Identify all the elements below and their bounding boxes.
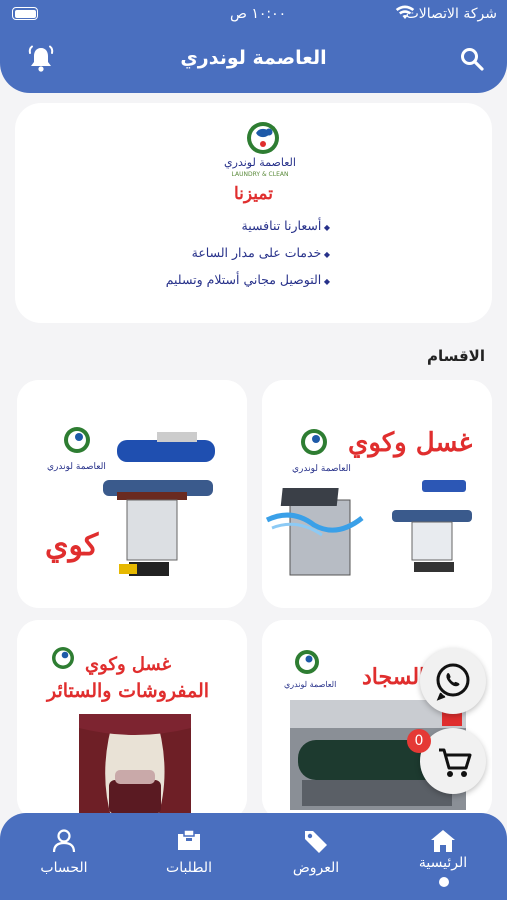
section-title: الاقسام [426,347,485,365]
category-logo-name: العاصمة لوندري [284,680,337,689]
user-icon [52,829,76,853]
logo-subtitle: LAUNDRY & CLEAN [231,171,289,178]
nav-home[interactable]: الرئيسية [393,813,493,900]
nav-account-label: الحساب [40,860,88,876]
category-subtitle: المفروشات والستائر [47,680,210,702]
battery-icon [12,7,38,20]
nav-account[interactable]: الحساب [14,813,114,900]
bottom-navigation: الرئيسية العروض الطلبات الحساب [0,813,507,900]
carrier-name: شركة الاتصالات [405,6,497,22]
whatsapp-button[interactable] [420,648,486,714]
wash-iron-image [262,380,492,608]
feature-item: خدمات على مدار الساعة [15,239,492,266]
category-logo-name: العاصمة لوندري [47,462,106,472]
cart-count-badge: 0 [407,729,431,753]
feature-item: التوصيل مجاني أستلام وتسليم [15,266,492,293]
laundry-logo-icon [247,122,279,154]
category-title: السجاد [362,664,426,690]
nav-orders[interactable]: الطلبات [139,813,239,900]
curtains-image [17,620,247,820]
category-title: كوي [45,528,99,563]
category-title: غسل وكوي [348,428,473,458]
nav-orders-label: الطلبات [166,860,212,876]
tag-icon [305,831,327,853]
category-card-iron[interactable]: كوي العاصمة لوندري [17,380,247,608]
whatsapp-icon [436,663,470,701]
app-header: شركة الاتصالات ١٠:٠٠ ص العاصمة لوندري [0,0,507,93]
category-card-bedding-curtains[interactable]: غسل وكوي المفروشات والستائر [17,620,247,820]
box-icon [178,829,200,850]
category-card-wash-iron[interactable]: غسل وكوي العاصمة لوندري [262,380,492,608]
notification-bell-icon[interactable] [26,44,56,74]
wifi-icon [395,5,415,19]
nav-offers[interactable]: العروض [266,813,366,900]
clock: ١٠:٠٠ ص [230,6,287,22]
feature-item: أسعارنا تنافسية [15,212,492,239]
promo-banner[interactable]: العاصمة لوندري LAUNDRY & CLEAN تميزنا أس… [15,103,492,323]
logo-name: العاصمة لوندري [224,156,296,169]
home-icon [431,830,455,852]
category-title: غسل وكوي [85,654,172,675]
page-title: العاصمة لوندري [180,47,327,69]
active-indicator [439,877,449,887]
status-bar: شركة الاتصالات ١٠:٠٠ ص [0,0,507,30]
feature-list: أسعارنا تنافسية خدمات على مدار الساعة ال… [15,212,492,293]
nav-home-label: الرئيسية [418,855,468,871]
banner-tagline: تميزنا [234,184,273,204]
ironing-press-image [17,380,247,608]
nav-offers-label: العروض [292,860,340,876]
search-icon[interactable] [459,46,485,72]
category-logo-name: العاصمة لوندري [292,464,351,474]
